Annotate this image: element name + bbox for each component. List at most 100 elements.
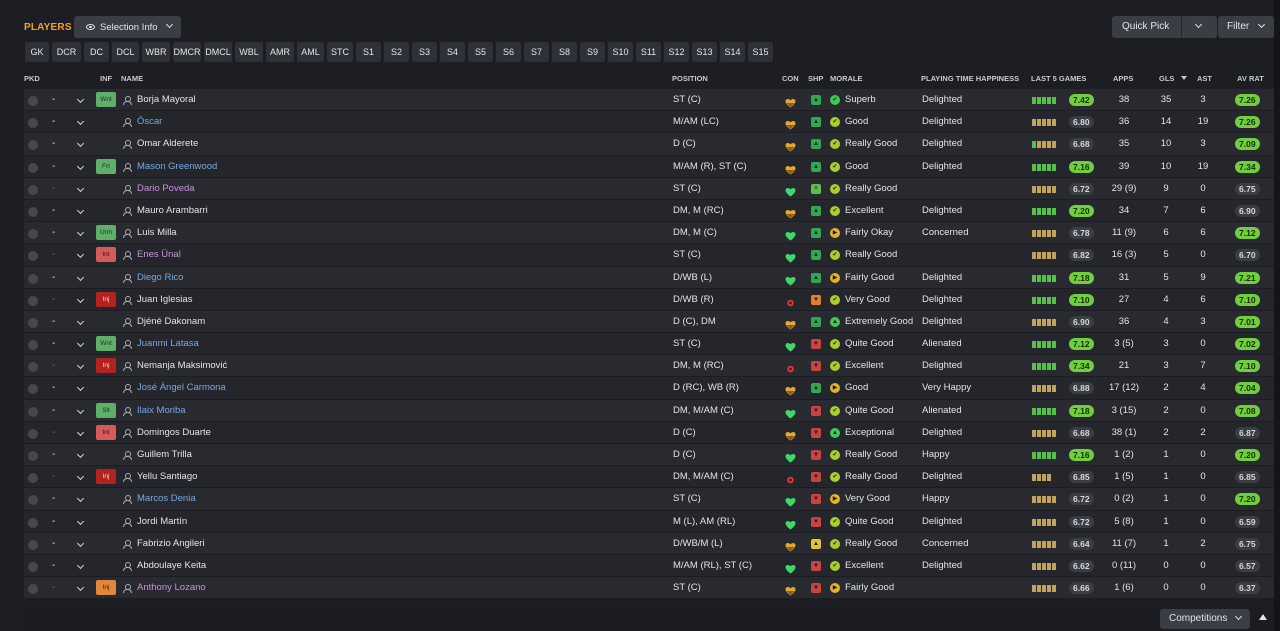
table-row[interactable]: - Omar Alderete D (C) ▲ ✔ Really Good Delighte…: [24, 133, 1274, 156]
selection-status[interactable]: -: [52, 89, 55, 111]
chevron-down-icon[interactable]: [76, 495, 85, 503]
pick-checkbox[interactable]: [28, 451, 38, 461]
chevron-down-icon[interactable]: [76, 273, 85, 281]
position-filter-amr[interactable]: AMR: [266, 42, 294, 62]
table-row[interactable]: - Djéné Dakonam D (C), DM ▲ ▲ Extremely Good D…: [24, 310, 1274, 334]
position-filter-dcr[interactable]: DCR: [52, 42, 81, 62]
col-position[interactable]: POSITION: [672, 74, 708, 83]
pick-checkbox[interactable]: [28, 118, 38, 129]
selection-status[interactable]: -: [52, 244, 55, 266]
chevron-down-icon[interactable]: [76, 584, 85, 592]
pick-checkbox[interactable]: [28, 384, 38, 395]
pick-checkbox[interactable]: [28, 96, 38, 106]
chevron-down-icon[interactable]: [76, 184, 85, 192]
player-name[interactable]: Jordi Martín: [137, 511, 187, 533]
position-filter-s11[interactable]: S11: [636, 42, 661, 62]
player-name[interactable]: Djéné Dakonam: [137, 311, 205, 333]
position-filter-s6[interactable]: S6: [496, 42, 521, 62]
competitions-button[interactable]: Competitions: [1160, 609, 1250, 629]
pick-checkbox[interactable]: [28, 295, 38, 306]
selection-status[interactable]: -: [52, 488, 55, 510]
pick-checkbox[interactable]: [28, 561, 38, 572]
col-avrat[interactable]: AV RAT: [1237, 74, 1264, 83]
pick-checkbox[interactable]: [28, 495, 38, 506]
chevron-down-icon[interactable]: [76, 206, 85, 214]
chevron-down-icon[interactable]: [76, 251, 85, 259]
table-row[interactable]: - José Ángel Carmona D (RC), WB (R) ▲ ▶ Good V…: [24, 377, 1274, 400]
selection-status[interactable]: -: [52, 533, 55, 555]
table-row[interactable]: - Frt Mason Greenwood M/AM (R), ST (C) ▲ ✔ Goo…: [24, 155, 1274, 178]
player-name[interactable]: Ilaix Moriba: [137, 400, 186, 422]
selection-status[interactable]: -: [52, 400, 55, 422]
selection-status[interactable]: -: [52, 555, 55, 577]
table-row[interactable]: - Inj Anthony Lozano ST (C) ▼ ▶ Fairly Good 6.6…: [24, 577, 1274, 600]
col-name[interactable]: NAME: [121, 74, 143, 83]
selection-status[interactable]: -: [52, 511, 55, 533]
player-name[interactable]: José Ángel Carmona: [137, 377, 226, 399]
selection-status[interactable]: -: [52, 333, 55, 355]
chevron-down-icon[interactable]: [76, 95, 85, 104]
table-row[interactable]: - Marcos Denia ST (C) ▼ ▶ Very Good Happy 6.72 0…: [24, 488, 1274, 511]
table-row[interactable]: - Wnt Juanmi Latasa ST (C) ▼ ✔ Quite Good Alien…: [24, 333, 1274, 356]
selection-status[interactable]: -: [52, 289, 55, 311]
table-row[interactable]: - Diego Rico D/WB (L) ▲ ▶ Fairly Good Delighte…: [24, 266, 1274, 289]
position-filter-wbl[interactable]: WBL: [235, 42, 263, 62]
chevron-down-icon[interactable]: [76, 450, 85, 459]
player-name[interactable]: Yellu Santiago: [137, 466, 197, 488]
chevron-down-icon[interactable]: [76, 229, 85, 237]
pick-checkbox[interactable]: [28, 229, 38, 240]
table-row[interactable]: - Wnt Borja Mayoral ST (C) ▲ ✔ Superb Delighted…: [24, 89, 1274, 112]
chevron-down-icon[interactable]: [76, 406, 85, 414]
table-row[interactable]: - Int Enes Ünal ST (C) ▲ ✔ Really Good 6.82 16 (…: [24, 244, 1274, 267]
chevron-down-icon[interactable]: [76, 473, 85, 481]
position-filter-dmcr[interactable]: DMCR: [173, 42, 201, 62]
pick-checkbox[interactable]: [28, 251, 38, 262]
position-filter-s4[interactable]: S4: [440, 42, 465, 62]
selection-status[interactable]: -: [52, 200, 55, 222]
pick-checkbox[interactable]: [28, 473, 38, 484]
quick-pick-button[interactable]: Quick Pick: [1112, 16, 1217, 38]
position-filter-aml[interactable]: AML: [297, 42, 324, 62]
position-filter-s14[interactable]: S14: [720, 42, 745, 62]
col-ast[interactable]: AST: [1197, 74, 1212, 83]
selection-status[interactable]: -: [52, 577, 55, 599]
selection-status[interactable]: -: [52, 422, 55, 444]
chevron-down-icon[interactable]: [76, 162, 85, 170]
pick-checkbox[interactable]: [28, 162, 38, 173]
position-filter-stc[interactable]: STC: [327, 42, 353, 62]
selection-status[interactable]: -: [52, 311, 55, 333]
col-playing-time[interactable]: PLAYING TIME HAPPINESS: [921, 74, 1019, 83]
scroll-up-icon[interactable]: [1259, 614, 1267, 620]
col-apps[interactable]: APPS: [1113, 74, 1133, 83]
player-name[interactable]: Abdoulaye Keita: [137, 555, 206, 577]
chevron-down-icon[interactable]: [76, 340, 85, 348]
col-shp[interactable]: SHP: [808, 74, 823, 83]
pick-checkbox[interactable]: [28, 428, 38, 439]
position-filter-dmcl[interactable]: DMCL: [204, 42, 232, 62]
position-filter-s3[interactable]: S3: [412, 42, 437, 62]
col-inf[interactable]: INF: [100, 74, 112, 83]
player-name[interactable]: Juanmi Latasa: [137, 333, 199, 355]
position-filter-gk[interactable]: GK: [25, 42, 49, 62]
position-filter-dc[interactable]: DC: [84, 42, 109, 62]
table-row[interactable]: - Slt Ilaix Moriba DM, M/AM (C) ▼ ✔ Quite Good…: [24, 399, 1274, 422]
player-name[interactable]: Borja Mayoral: [137, 89, 196, 111]
chevron-down-icon[interactable]: [76, 295, 85, 303]
position-filter-s13[interactable]: S13: [692, 42, 717, 62]
position-filter-s5[interactable]: S5: [468, 42, 493, 62]
chevron-down-icon[interactable]: [76, 362, 85, 370]
player-name[interactable]: Óscar: [137, 111, 162, 133]
pick-checkbox[interactable]: [28, 517, 38, 528]
table-row[interactable]: - Óscar M/AM (LC) ▲ ✔ Good Delighted 6.80 36 14 19…: [24, 111, 1274, 134]
selection-info-button[interactable]: Selection Info: [74, 16, 181, 38]
player-name[interactable]: Nemanja Maksimović: [137, 355, 227, 377]
pick-checkbox[interactable]: [28, 584, 38, 595]
player-name[interactable]: Mason Greenwood: [137, 156, 217, 178]
position-filter-s2[interactable]: S2: [384, 42, 409, 62]
player-name[interactable]: Enes Ünal: [137, 244, 181, 266]
filter-button[interactable]: Filter: [1218, 16, 1274, 38]
selection-status[interactable]: -: [52, 267, 55, 289]
pick-checkbox[interactable]: [28, 273, 38, 284]
position-filter-dcl[interactable]: DCL: [112, 42, 139, 62]
table-row[interactable]: - Dario Poveda ST (C) = ✔ Really Good 6.72 29 (…: [24, 177, 1274, 200]
